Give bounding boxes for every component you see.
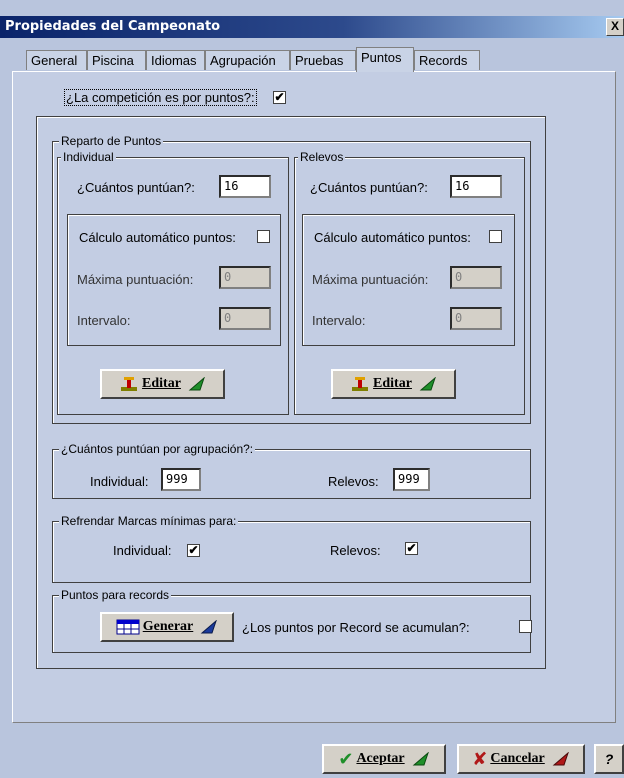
tab-idiomas[interactable]: Idiomas: [146, 50, 205, 70]
relevos-interval-label: Intervalo:: [312, 313, 366, 328]
individual-cuantos-input[interactable]: 16: [219, 175, 271, 198]
points-toggle-label[interactable]: ¿La competición es por puntos?:: [64, 89, 257, 106]
individual-max-input[interactable]: 0: [219, 266, 271, 289]
check-icon: ✔: [338, 748, 354, 770]
relevos-title: Relevos: [298, 150, 346, 164]
green-arrow-icon: [188, 377, 205, 391]
help-button[interactable]: ?: [594, 744, 624, 774]
agrupacion-individual-label: Individual:: [90, 474, 149, 489]
individual-max-label: Máxima puntuación:: [77, 272, 194, 287]
individual-interval-label: Intervalo:: [77, 313, 131, 328]
relevos-edit-label: Editar: [373, 376, 412, 391]
relevos-interval-input[interactable]: 0: [450, 307, 502, 330]
individual-edit-label: Editar: [142, 376, 181, 391]
tools-icon: [121, 377, 138, 391]
individual-title: Individual: [61, 150, 116, 164]
tab-agrupacion[interactable]: Agrupación: [205, 50, 290, 70]
grid-table-icon: [116, 619, 140, 635]
relevos-cuantos-input[interactable]: 16: [450, 175, 502, 198]
red-arrow-icon: [552, 752, 569, 766]
records-title: Puntos para records: [59, 588, 172, 602]
tab-pruebas[interactable]: Pruebas: [290, 50, 356, 70]
agrupacion-title: ¿Cuántos puntúan por agrupación?:: [59, 442, 256, 456]
generate-label: Generar: [142, 619, 194, 634]
x-mark-icon: ✘: [472, 748, 488, 770]
refrendar-relevos-label: Relevos:: [330, 543, 381, 558]
relevos-max-label: Máxima puntuación:: [312, 272, 429, 287]
accept-button[interactable]: ✔ Aceptar: [322, 744, 446, 774]
individual-calc-label: Cálculo automático puntos:: [79, 230, 236, 245]
points-toggle-checkbox[interactable]: ✔: [273, 91, 286, 104]
records-acumulan-checkbox[interactable]: [519, 620, 532, 633]
dialog-window: Propiedades del Campeonato X General Pis…: [0, 0, 624, 778]
refrendar-individual-label: Individual:: [113, 543, 172, 558]
records-acumulan-label: ¿Los puntos por Record se acumulan?:: [242, 620, 470, 635]
individual-calc-checkbox[interactable]: [257, 230, 270, 243]
cancel-label: Cancelar: [490, 751, 545, 766]
relevos-calc-label: Cálculo automático puntos:: [314, 230, 471, 245]
relevos-edit-button[interactable]: Editar: [331, 369, 456, 399]
title-bar: Propiedades del Campeonato: [0, 16, 624, 38]
individual-interval-input[interactable]: 0: [219, 307, 271, 330]
relevos-max-input[interactable]: 0: [450, 266, 502, 289]
tab-puntos[interactable]: Puntos: [356, 47, 414, 72]
agrupacion-relevos-input[interactable]: 999: [393, 468, 430, 491]
refrendar-relevos-checkbox[interactable]: ✔: [405, 542, 418, 555]
relevos-cuantos-label: ¿Cuántos puntúan?:: [310, 180, 428, 195]
agrupacion-relevos-label: Relevos:: [328, 474, 379, 489]
relevos-calc-checkbox[interactable]: [489, 230, 502, 243]
generate-button[interactable]: Generar: [100, 612, 234, 642]
window-title: Propiedades del Campeonato: [5, 19, 221, 34]
blue-arrow-icon: [200, 620, 218, 634]
tab-general[interactable]: General: [26, 50, 87, 70]
tab-piscina[interactable]: Piscina: [87, 50, 146, 70]
refrendar-individual-checkbox[interactable]: ✔: [187, 544, 200, 557]
refrendar-title: Refrendar Marcas mínimas para:: [59, 514, 239, 528]
individual-cuantos-label: ¿Cuántos puntúan?:: [77, 180, 195, 195]
reparto-title: Reparto de Puntos: [59, 134, 164, 148]
agrupacion-individual-input[interactable]: 999: [161, 468, 201, 491]
individual-edit-button[interactable]: Editar: [100, 369, 225, 399]
accept-label: Aceptar: [356, 751, 405, 766]
close-button[interactable]: X: [606, 18, 624, 36]
green-arrow-icon: [412, 752, 429, 766]
tab-records[interactable]: Records: [414, 50, 480, 70]
tools-icon: [352, 377, 369, 391]
cancel-button[interactable]: ✘ Cancelar: [457, 744, 585, 774]
green-arrow-icon: [419, 377, 436, 391]
